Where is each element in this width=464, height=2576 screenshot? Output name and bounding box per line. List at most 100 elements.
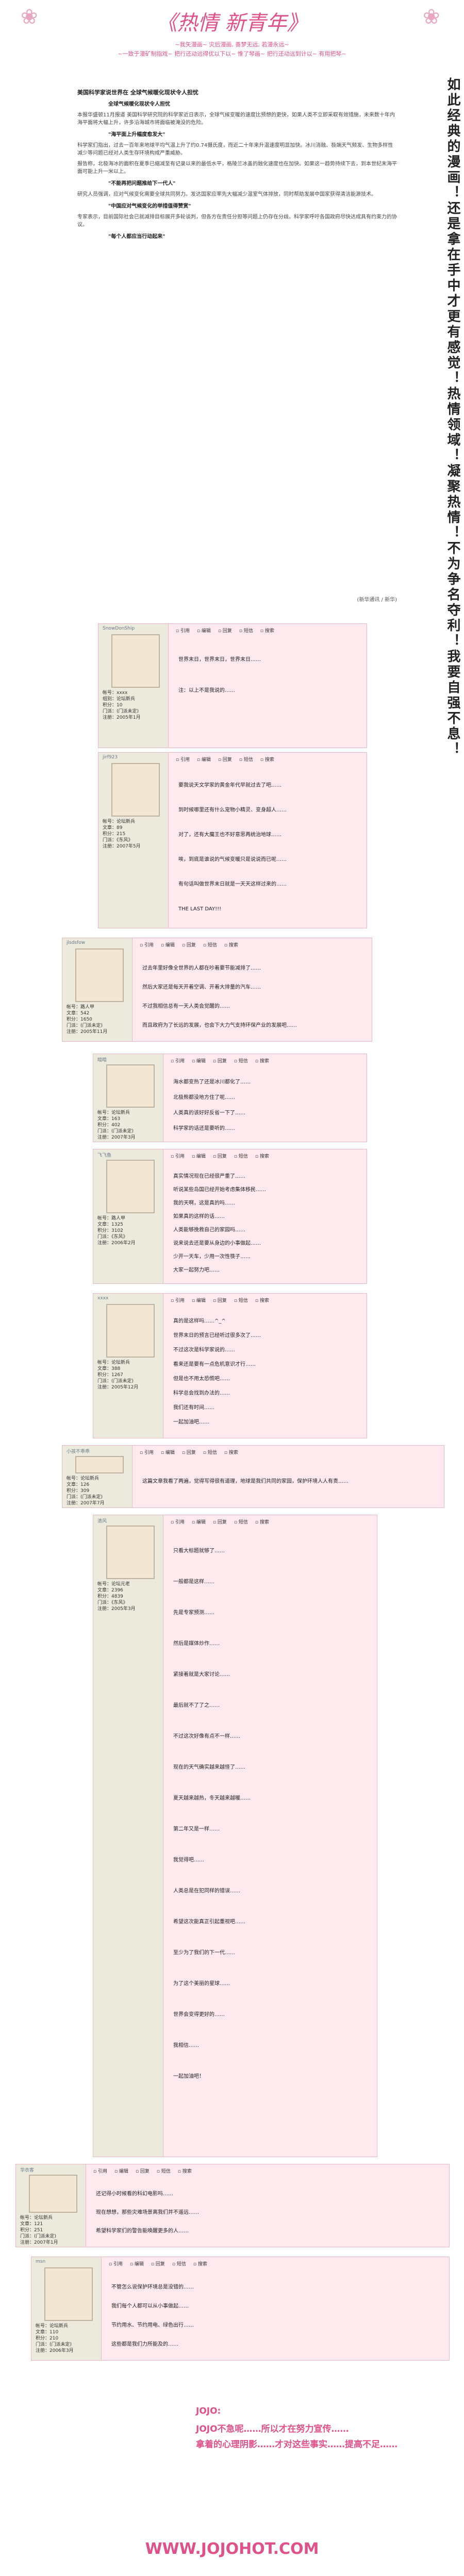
user-info: 注册：2007年5月: [103, 844, 141, 849]
toolbar-button[interactable]: ▫ 引用: [171, 1520, 185, 1525]
toolbar-button[interactable]: ▫ 编辑: [192, 1298, 206, 1303]
toolbar-button[interactable]: ▫ 短信: [239, 629, 253, 634]
post-line: 我们还有时间……: [173, 1405, 214, 1411]
toolbar-button[interactable]: ▫ 回复: [213, 1154, 227, 1159]
username[interactable]: SnowDonShip: [103, 626, 135, 631]
toolbar-button[interactable]: ▫ 短信: [234, 1059, 248, 1064]
user-info: 门派：《东风》: [97, 1234, 128, 1240]
post-line: 而且政府为了长远的发展，也会下大力气支持环保产业的发展吧……: [142, 1023, 297, 1028]
toolbar-button[interactable]: ▫ 短信: [239, 757, 253, 762]
post-line: 这篇文章我看了两遍，觉得写得很有道理，地球是我们共同的家园，保护环境人人有责……: [142, 1479, 349, 1484]
toolbar-button[interactable]: ▫ 短信: [203, 943, 217, 948]
avatar[interactable]: [44, 2267, 93, 2321]
toolbar-button[interactable]: ▫ 短信: [234, 1520, 248, 1525]
toolbar-button[interactable]: ▫ 搜索: [260, 757, 274, 762]
post-line: 大家一起努力吧……: [173, 1267, 220, 1273]
avatar[interactable]: [29, 2175, 77, 2213]
avatar[interactable]: [75, 1456, 124, 1473]
username[interactable]: jlsdsfow: [67, 940, 85, 945]
avatar[interactable]: [106, 1304, 155, 1358]
toolbar-button[interactable]: ▫ 编辑: [197, 757, 211, 762]
site-url[interactable]: WWW.JOJOHOT.COM: [129, 2540, 335, 2558]
toolbar-button[interactable]: ▫ 搜索: [178, 2169, 192, 2174]
toolbar-button[interactable]: ▫ 搜索: [255, 1154, 269, 1159]
post-line: 然后大家还是每天开着空调、开着大排量的汽车……: [142, 985, 261, 990]
username[interactable]: 华衣客: [20, 2166, 34, 2173]
toolbar-button[interactable]: ▫ 编辑: [192, 1154, 206, 1159]
vertical-slogan: 如此经典的漫画！还是拿在手中才更有感觉！热情领域！凝聚热情！不为争名夺利！我要自…: [445, 77, 460, 757]
toolbar-button[interactable]: ▫ 编辑: [197, 629, 211, 634]
toolbar-button[interactable]: ▫ 搜索: [255, 1520, 269, 1525]
user-info: 文章：110: [36, 2330, 59, 2335]
username[interactable]: 小孩不乖乖: [67, 1448, 90, 1454]
post-line: 我觉得吧……: [173, 1857, 204, 1863]
toolbar-button[interactable]: ▫ 搜索: [224, 943, 238, 948]
post-line: 看来还是要有一点危机意识才行……: [173, 1362, 256, 1367]
toolbar-button[interactable]: ▫ 编辑: [161, 943, 175, 948]
post-toolbar: ▫ 引用 ▫ 编辑 ▫ 回复 ▫ 短信 ▫ 搜索: [171, 1297, 276, 1305]
toolbar-button[interactable]: ▫ 引用: [140, 943, 154, 948]
toolbar-button[interactable]: ▫ 搜索: [224, 1450, 238, 1455]
post-content: 世界末日，世界末日，世界末日…… 注：以上不是我说的……: [178, 645, 361, 706]
avatar[interactable]: [106, 1160, 155, 1213]
username[interactable]: msn: [36, 2259, 45, 2264]
toolbar-button[interactable]: ▫ 引用: [171, 1298, 185, 1303]
toolbar-button[interactable]: ▫ 回复: [213, 1059, 227, 1064]
post-line: 我的天啊，这是真的吗……: [173, 1200, 235, 1206]
user-info: 注册：2006年3月: [36, 2348, 74, 2353]
user-info: 积分：309: [67, 1488, 90, 1494]
avatar[interactable]: [106, 1526, 155, 1579]
toolbar-button[interactable]: ▫ 回复: [151, 2262, 165, 2267]
toolbar-button[interactable]: ▫ 回复: [213, 1520, 227, 1525]
footer-line: 拿着的心理阴影……才对这些事实……提高不足……: [196, 2439, 397, 2450]
post-line: 这些都是我们力所能及的……: [111, 2342, 178, 2347]
username[interactable]: 暗暗: [97, 1056, 107, 1063]
toolbar-button[interactable]: ▫ 短信: [172, 2262, 186, 2267]
toolbar-button[interactable]: ▫ 引用: [140, 1450, 154, 1455]
toolbar-button[interactable]: ▫ 引用: [176, 629, 190, 634]
toolbar-button[interactable]: ▫ 短信: [234, 1154, 248, 1159]
avatar[interactable]: [111, 763, 160, 817]
article-subhead: "每个人都应当行动起来": [108, 234, 165, 240]
toolbar-button[interactable]: ▫ 引用: [93, 2169, 107, 2174]
toolbar-button[interactable]: ▫ 回复: [136, 2169, 150, 2174]
toolbar-button[interactable]: ▫ 搜索: [193, 2262, 207, 2267]
post-line: 注：以上不是我说的……: [178, 688, 235, 693]
user-info: 文章：126: [67, 1482, 90, 1487]
user-info: 门派：(门派未定): [67, 1495, 103, 1500]
post-line: 真的是这样吗……^_^: [173, 1318, 226, 1324]
username[interactable]: 飞飞鱼: [97, 1151, 111, 1158]
username[interactable]: jirf923: [103, 755, 118, 760]
avatar[interactable]: [75, 948, 124, 1002]
toolbar-button[interactable]: ▫ 引用: [171, 1059, 185, 1064]
toolbar-button[interactable]: ▫ 回复: [182, 1450, 196, 1455]
toolbar-button[interactable]: ▫ 搜索: [260, 629, 274, 634]
toolbar-button[interactable]: ▫ 编辑: [114, 2169, 128, 2174]
toolbar-button[interactable]: ▫ 编辑: [192, 1059, 206, 1064]
toolbar-button[interactable]: ▫ 编辑: [192, 1520, 206, 1525]
avatar[interactable]: [111, 634, 160, 688]
avatar[interactable]: [106, 1064, 155, 1108]
toolbar-button[interactable]: ▫ 编辑: [130, 2262, 144, 2267]
user-info: 文章：388: [97, 1366, 121, 1371]
toolbar-button[interactable]: ▫ 回复: [213, 1298, 227, 1303]
post-line: 不管怎么说保护环境总是没错的……: [111, 2284, 194, 2290]
toolbar-button[interactable]: ▫ 短信: [203, 1450, 217, 1455]
username[interactable]: 清风: [97, 1517, 107, 1524]
post-line: 紧接着就是大家讨论……: [173, 1672, 230, 1677]
toolbar-button[interactable]: ▫ 回复: [218, 757, 232, 762]
toolbar-button[interactable]: ▫ 引用: [109, 2262, 123, 2267]
toolbar-button[interactable]: ▫ 编辑: [161, 1450, 175, 1455]
toolbar-button[interactable]: ▫ 搜索: [255, 1298, 269, 1303]
toolbar-button[interactable]: ▫ 回复: [218, 629, 232, 634]
username[interactable]: xxxx: [97, 1296, 108, 1301]
post-line: 现在的天气确实越来越怪了……: [173, 1765, 245, 1770]
toolbar-button[interactable]: ▫ 回复: [182, 943, 196, 948]
post-toolbar: ▫ 引用 ▫ 编辑 ▫ 回复 ▫ 短信 ▫ 搜索: [140, 1449, 245, 1457]
toolbar-button[interactable]: ▫ 短信: [157, 2169, 171, 2174]
toolbar-button[interactable]: ▫ 引用: [176, 757, 190, 762]
toolbar-button[interactable]: ▫ 引用: [171, 1154, 185, 1159]
toolbar-button[interactable]: ▫ 短信: [234, 1298, 248, 1303]
user-info: 帐号：xxxx: [103, 690, 128, 696]
toolbar-button[interactable]: ▫ 搜索: [255, 1059, 269, 1064]
